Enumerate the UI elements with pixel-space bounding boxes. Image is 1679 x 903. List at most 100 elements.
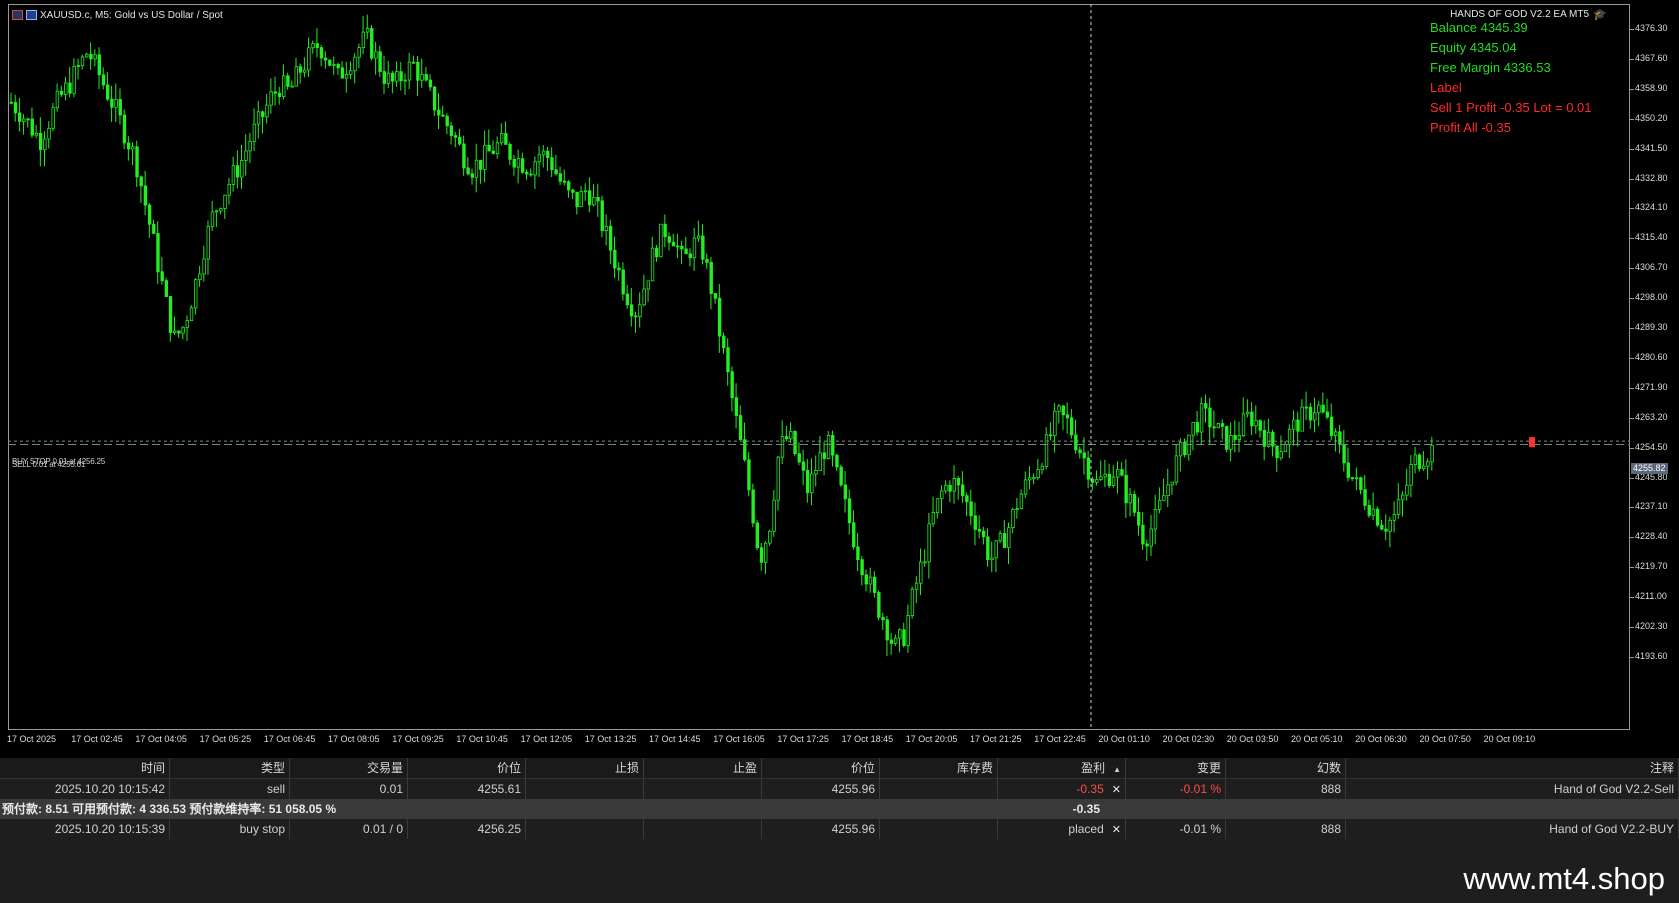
candle-body [416,61,420,81]
candle-body [1128,494,1133,504]
table-row-buy-stop[interactable]: 2025.10.20 10:15:39 buy stop 0.01 / 0 4256.… [0,819,1679,839]
column-header[interactable]: 盈利 ▲ [998,758,1126,778]
time-tick: 17 Oct 2025 [7,734,57,744]
candle-body [223,194,227,209]
expert-cap-icon[interactable]: 🎓 [1593,9,1607,20]
time-tick: 20 Oct 07:50 [1419,734,1471,744]
column-header[interactable]: 价位 [408,758,526,778]
candle-body [596,197,600,202]
candle-body [1254,420,1258,427]
candle-body [72,65,76,94]
one-click-trading-icon[interactable] [26,10,37,20]
candle-body [38,132,43,151]
table-cell [644,779,762,799]
candle-body [1401,494,1405,501]
column-header[interactable]: 库存费 [880,758,998,778]
candle-body [981,530,986,538]
candle-body [479,159,483,170]
candle-body [998,533,1003,542]
column-header[interactable]: 变更 [1126,758,1226,778]
time-tick: 17 Oct 18:45 [841,734,894,744]
candle-body [1292,419,1296,430]
candle-body [898,629,902,639]
candle-body [1204,403,1208,409]
price-axis[interactable]: 4376.30 4367.60 4358.90 4350.20 4341.50 4332.… [1630,4,1679,730]
candle-body [1388,519,1392,532]
chart-area[interactable]: XAUUSD.c, M5: Gold vs US Dollar / Spot H… [0,0,1679,750]
candle-body [1329,416,1334,436]
time-tick: 17 Oct 04:05 [135,734,187,744]
close-icon[interactable]: ✕ [1112,780,1121,800]
column-header[interactable]: 类型 [170,758,290,778]
candle-body [403,79,407,82]
time-tick: 17 Oct 02:45 [71,734,123,744]
price-tick: 4315.40 [1630,232,1668,243]
candle-body [1338,431,1342,445]
table-cell: placed ✕ [998,819,1126,839]
column-header[interactable]: 注释 [1346,758,1679,778]
column-header[interactable]: 止损 [526,758,644,778]
candle-body [730,371,734,399]
candle-body [265,104,269,118]
time-tick: 17 Oct 21:25 [970,734,1022,744]
time-axis[interactable]: 17 Oct 2025 17 Oct 02:45 17 Oct 04:05 17 Oc… [7,732,1630,748]
candle-body [160,271,164,282]
candle-body [688,253,692,259]
candle-body [43,138,47,151]
time-tick: 17 Oct 13:25 [584,734,637,744]
candle-body [1367,505,1371,516]
candle-body [776,456,780,501]
close-icon[interactable]: ✕ [1112,820,1121,840]
candle-body [1028,477,1032,481]
candle-body [1040,465,1045,471]
candle-body [1250,411,1254,427]
table-cell: 888 [1226,819,1346,839]
candle-body [638,304,642,317]
candle-body [1413,454,1418,465]
candle-body [516,158,521,168]
column-header[interactable]: 交易量 [290,758,408,778]
menu-icon[interactable] [12,10,23,20]
candle-body [1304,406,1309,409]
label-text: Label [1430,80,1462,95]
candle-body [17,112,22,122]
toolbox-trade-panel[interactable]: 时间 类型 交易量 价位 止损 止盈 价位 库存费 盈利 ▲ 变更 幻数 注释 2025.10.20 1… [0,758,1679,903]
candle-body [370,28,374,59]
candle-body [386,72,391,84]
candle-body [110,98,114,108]
candle-body [567,181,571,191]
candle-body [613,249,617,269]
candle-body [789,430,793,440]
candle-body [646,280,651,290]
candle-body [1216,423,1221,429]
candle-body [235,165,240,178]
candle-body [1191,422,1195,436]
price-tick: 4263.20 [1630,411,1668,422]
table-cell: Hand of God V2.2-Sell [1346,779,1679,799]
column-header[interactable]: 时间 [0,758,170,778]
candle-body [1325,411,1330,418]
candle-body [885,619,889,641]
candle-body [717,297,722,337]
candle-body [546,150,550,159]
candle-body [743,439,747,461]
table-row-sell[interactable]: 2025.10.20 10:15:42 sell 0.01 4255.61 4255.9… [0,779,1679,799]
candle-body [1007,527,1011,549]
table-cell [880,819,998,839]
price-tick: 4193.60 [1630,650,1668,661]
candle-body [315,43,319,48]
column-header[interactable]: 止盈 [644,758,762,778]
candle-body [59,90,64,95]
candle-body [629,304,634,317]
candle-body [210,211,215,227]
candle-body [131,146,135,150]
candle-body [1275,445,1279,459]
column-header[interactable]: 幻数 [1226,758,1346,778]
candle-chart[interactable] [8,4,1630,730]
price-tick: 4254.50 [1630,441,1668,452]
candle-body [592,197,596,206]
order-line-label[interactable]: BUY STOP 0.01 at 4256.25 SELL 0.01 at 42… [12,457,105,475]
column-header[interactable]: 价位 [762,758,880,778]
candle-body [294,66,298,87]
candle-body [1283,444,1288,453]
